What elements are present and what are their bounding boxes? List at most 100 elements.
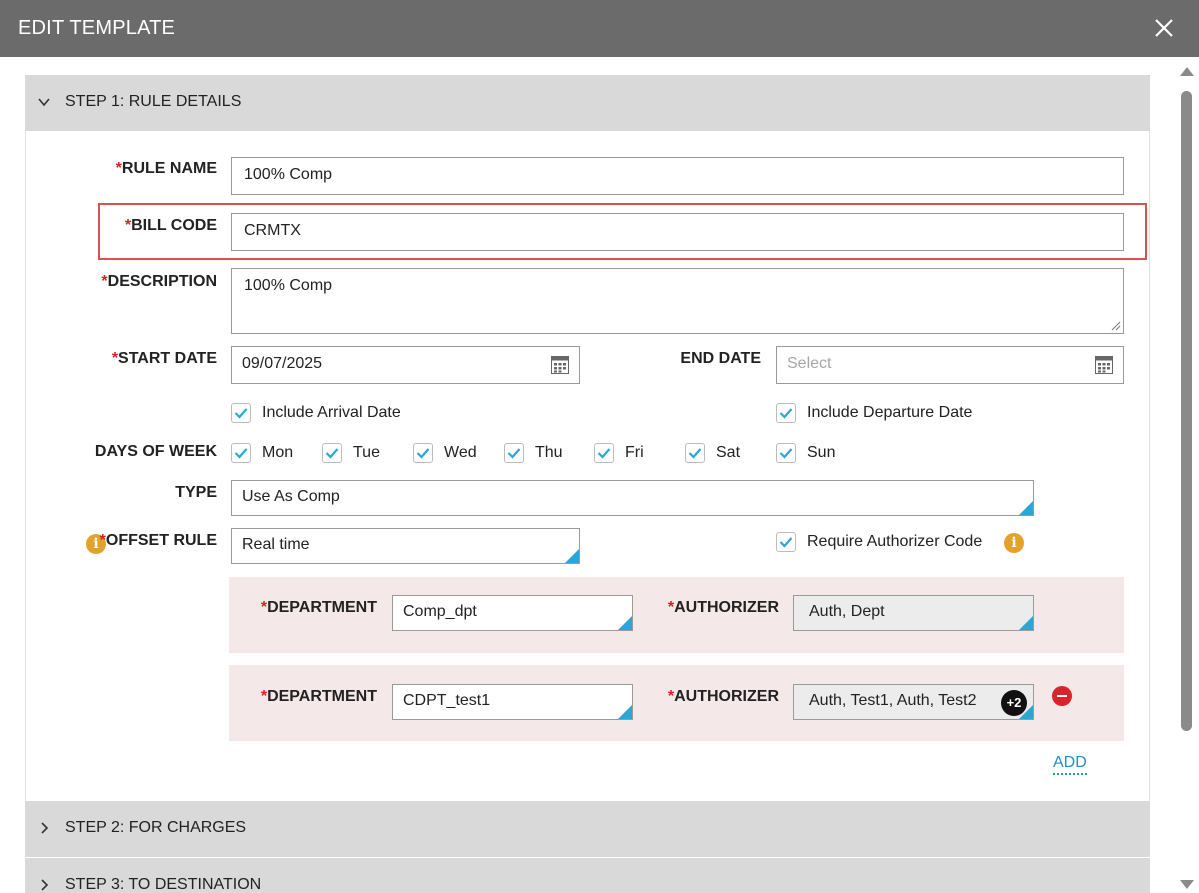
checkmark-icon [416,448,430,459]
authorizer-select[interactable]: Auth, Test1, Auth, Test2 [793,684,1034,720]
chevron-right-icon [41,879,49,891]
scroll-down-arrow-icon[interactable] [1180,880,1194,889]
offset-rule-value: Real time [242,536,310,553]
chevron-right-icon [41,822,49,834]
rule-name-label: *RULE NAME [115,160,217,177]
step1-header[interactable]: STEP 1: RULE DETAILS [25,75,1150,131]
end-date-input[interactable]: Select [776,346,1124,384]
authorizer-value: Auth, Dept [809,603,885,620]
dropdown-corner-icon [618,616,632,630]
checkbox-box[interactable] [776,443,796,463]
authorizer-label: *AUTHORIZER [667,599,779,616]
checkbox-box[interactable] [776,403,796,423]
checkbox-box[interactable] [231,443,251,463]
include-arrival-label: Include Arrival Date [262,404,401,421]
vertical-scrollbar[interactable] [1172,57,1199,893]
days-of-week-label: DAYS OF WEEK [94,443,217,460]
offset-rule-label: *OFFSET RULE [99,532,217,549]
offset-rule-select[interactable]: Real time [231,528,580,564]
day-label: Sat [716,444,741,461]
dropdown-corner-icon [1019,616,1033,630]
include-arrival-checkbox[interactable]: Include Arrival Date [231,402,401,424]
checkmark-icon [779,408,793,419]
checkmark-icon [779,448,793,459]
department-select[interactable]: Comp_dpt [392,595,633,631]
scroll-up-arrow-icon[interactable] [1180,67,1194,76]
dialog-title: EDIT TEMPLATE [18,17,176,39]
step2-title: STEP 2: FOR CHARGES [65,819,247,836]
description-label: *DESCRIPTION [101,273,217,290]
day-tue-checkbox[interactable]: Tue [322,442,380,464]
require-authorizer-checkbox[interactable]: Require Authorizer Code [776,531,982,553]
checkmark-icon [507,448,521,459]
checkmark-icon [234,408,248,419]
checkbox-box[interactable] [594,443,614,463]
chevron-down-icon [38,98,50,107]
day-label: Sun [807,444,836,461]
day-label: Wed [444,444,477,461]
department-label: *DEPARTMENT [260,688,377,705]
checkmark-icon [688,448,702,459]
description-textarea[interactable]: 100% Comp [231,268,1124,334]
department-label: *DEPARTMENT [260,599,377,616]
type-value: Use As Comp [242,488,340,505]
day-fri-checkbox[interactable]: Fri [594,442,644,464]
bill-code-label: *BILL CODE [124,217,217,234]
checkmark-icon [325,448,339,459]
scroll-thumb[interactable] [1181,91,1192,731]
type-label: TYPE [175,484,217,501]
start-date-label: *START DATE [111,350,217,367]
end-date-placeholder: Select [787,355,832,372]
type-select[interactable]: Use As Comp [231,480,1034,516]
day-label: Fri [625,444,644,461]
dropdown-corner-icon [565,549,579,563]
day-thu-checkbox[interactable]: Thu [504,442,563,464]
day-wed-checkbox[interactable]: Wed [413,442,477,464]
step1-title: STEP 1: RULE DETAILS [65,93,242,110]
close-icon[interactable] [1151,15,1177,41]
dialog-titlebar: EDIT TEMPLATE [0,0,1199,57]
day-mon-checkbox[interactable]: Mon [231,442,293,464]
dropdown-corner-icon [618,705,632,719]
department-value: CDPT_test1 [403,692,491,709]
calendar-icon[interactable] [551,356,569,374]
department-select[interactable]: CDPT_test1 [392,684,633,720]
calendar-icon[interactable] [1095,356,1113,374]
remove-icon[interactable] [1052,686,1072,706]
checkmark-icon [779,537,793,548]
extra-count-badge: +2 [1001,690,1027,716]
step2-header[interactable]: STEP 2: FOR CHARGES [25,801,1150,857]
authorizer-value: Auth, Test1, Auth, Test2 [809,692,977,709]
add-link[interactable]: ADD [1053,754,1087,775]
end-date-label: END DATE [680,350,761,367]
day-label: Tue [353,444,380,461]
resize-handle-icon[interactable] [1111,321,1121,331]
checkmark-icon [234,448,248,459]
step3-header[interactable]: STEP 3: TO DESTINATION [25,858,1150,893]
dropdown-corner-icon [1019,501,1033,515]
day-label: Thu [535,444,563,461]
require-authorizer-label: Require Authorizer Code [807,533,983,550]
authorizer-select[interactable]: Auth, Dept [793,595,1034,631]
checkbox-box[interactable] [322,443,342,463]
day-label: Mon [262,444,294,461]
checkbox-box[interactable] [231,403,251,423]
step3-title: STEP 3: TO DESTINATION [65,876,262,893]
info-icon[interactable]: i [1004,533,1024,553]
description-value: 100% Comp [244,277,333,294]
day-sun-checkbox[interactable]: Sun [776,442,835,464]
checkmark-icon [597,448,611,459]
start-date-input[interactable]: 09/07/2025 [231,346,580,384]
day-sat-checkbox[interactable]: Sat [685,442,740,464]
rule-name-input[interactable]: 100% Comp [231,157,1124,195]
include-departure-label: Include Departure Date [807,404,973,421]
checkbox-box[interactable] [504,443,524,463]
checkbox-box[interactable] [776,532,796,552]
include-departure-checkbox[interactable]: Include Departure Date [776,402,972,424]
department-value: Comp_dpt [403,603,477,620]
start-date-value: 09/07/2025 [242,355,323,372]
authorizer-label: *AUTHORIZER [667,688,779,705]
checkbox-box[interactable] [685,443,705,463]
bill-code-input[interactable]: CRMTX [231,213,1124,251]
checkbox-box[interactable] [413,443,433,463]
